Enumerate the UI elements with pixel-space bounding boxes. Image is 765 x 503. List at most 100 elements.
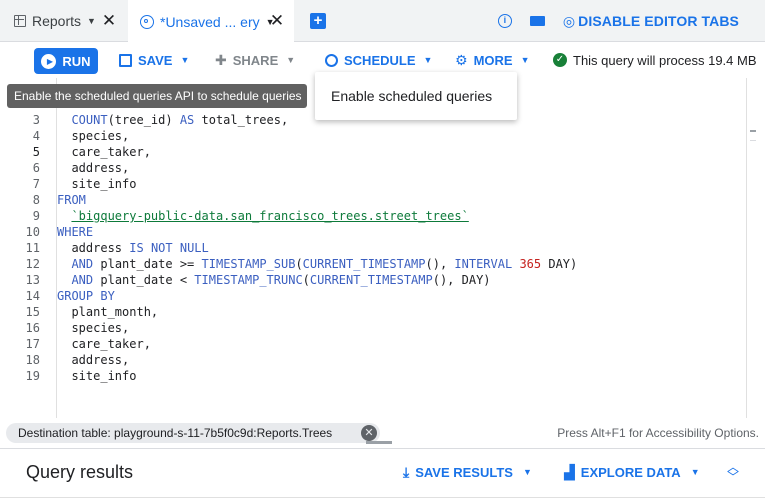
code-line[interactable]: 9 `bigquery-public-data.san_francisco_tr… [0,208,740,224]
results-divider [0,497,765,498]
code-text: WHERE [57,225,94,239]
line-number: 17 [25,337,40,351]
code-text: care_taker, [57,145,151,159]
keyboard-icon[interactable] [529,16,545,26]
tab-unsaved-label: *Unsaved ... ery [160,13,260,30]
destination-table-chip[interactable]: Destination table: playground-s-11-7b5f0… [6,423,380,443]
line-number: 3 [32,113,40,127]
tab-reports-label: Reports [32,13,82,29]
line-number: 14 [25,289,40,303]
line-number: 4 [32,129,40,143]
disable-editor-tabs-button[interactable]: ◎ DISABLE EDITOR TABS [563,13,739,30]
explore-data-label: EXPLORE DATA [580,464,681,480]
run-label: RUN [62,53,91,69]
code-text: care_taker, [57,337,151,351]
code-text: species, [57,321,130,335]
code-line[interactable]: 7 site_info [0,176,740,192]
line-number: 16 [25,321,40,335]
code-text: address, [57,161,130,175]
schedule-tooltip: Enable the scheduled queries API to sche… [7,84,307,108]
code-text: address IS NOT NULL [57,241,209,255]
code-text: COUNT(tree_id) AS total_trees, [71,113,289,127]
editor-vertical-scrollbar[interactable] [746,78,758,418]
editor-horizontal-scrollbar[interactable] [366,441,392,444]
share-caret-icon: ▼ [286,55,296,65]
header-actions: i ◎ DISABLE EDITOR TABS [497,0,739,42]
help-circle-icon[interactable]: i [497,14,512,28]
code-line[interactable]: 15 plant_month, [0,304,740,320]
tab-unsaved-query[interactable]: *Unsaved ... ery ▼ ✕ [128,0,294,43]
share-label: SHARE [232,52,279,68]
plus-square-icon[interactable]: + [310,13,326,29]
explore-data-button[interactable]: ▟ EXPLORE DATA ▼ [564,449,700,495]
destination-bar: Destination table: playground-s-11-7b5f0… [0,418,765,448]
gear-icon: ⚙ [455,51,468,68]
line-number: 8 [32,193,40,207]
floppy-icon [119,53,132,67]
more-label: MORE [473,52,513,68]
more-caret-icon: ▼ [520,55,530,65]
scrollbar-marker [750,140,756,141]
download-icon: ⤓ [403,463,410,480]
save-results-label: SAVE RESULTS [415,464,513,480]
status-text: This query will process 19.4 MB [573,52,757,68]
code-line[interactable]: 10 WHERE [0,224,740,240]
code-line[interactable]: 18 address, [0,352,740,368]
tab-reports[interactable]: Reports ▼ ✕ [0,0,126,42]
explore-data-caret-icon: ▼ [690,467,700,477]
line-number: 9 [32,209,40,223]
menu-item-enable-scheduled-queries[interactable]: Enable scheduled queries [315,72,517,120]
close-icon[interactable]: ✕ [361,425,377,441]
line-number: 15 [25,305,40,319]
code-line[interactable]: 16 species, [0,320,740,336]
code-line[interactable]: 5 care_taker, [0,144,740,160]
code-text: GROUP BY [57,289,115,303]
sql-editor[interactable]: 3 COUNT(tree_id) AS total_trees, 4 specie… [0,78,765,418]
table-icon [14,15,26,27]
play-circle-icon: ▶ [41,53,57,69]
tab-unsaved-close-icon[interactable]: ✕ [268,12,286,30]
save-label: SAVE [138,52,173,68]
query-validation-status: ✓ This query will process 19.4 MB [553,42,757,78]
destination-table-label: Destination table: playground-s-11-7b5f0… [18,426,333,440]
tab-reports-close-icon[interactable]: ✕ [100,12,118,30]
line-number: 10 [25,225,40,239]
schedule-dropdown-menu: Enable scheduled queries [315,72,517,120]
code-line[interactable]: 11 address IS NOT NULL [0,240,740,256]
query-search-icon [140,14,154,29]
tab-reports-menu-caret-icon[interactable]: ▼ [87,16,96,26]
share-button[interactable]: ✚ SHARE ▼ [215,42,295,78]
code-line[interactable]: 4 species, [0,128,740,144]
code-line[interactable]: 8 FROM [0,192,740,208]
code-text: address, [57,353,130,367]
code-text: species, [57,129,130,143]
save-results-button[interactable]: ⤓ SAVE RESULTS ▼ [403,449,532,495]
save-caret-icon: ▼ [180,55,190,65]
line-number: 7 [32,177,40,191]
run-button[interactable]: ▶ RUN [34,48,98,74]
line-number: 19 [25,369,40,383]
code-line[interactable]: 12 AND plant_date >= TIMESTAMP_SUB(CURRE… [0,256,740,272]
code-line[interactable]: 19 site_info [0,368,740,384]
code-text: AND plant_date >= TIMESTAMP_SUB(CURRENT_… [71,257,578,271]
code-line[interactable]: 13 AND plant_date < TIMESTAMP_TRUNC(CURR… [0,272,740,288]
line-number: 12 [25,257,40,271]
check-circle-icon: ✓ [553,53,567,67]
query-results-panel: Query results ⤓ SAVE RESULTS ▼ ▟ EXPLORE… [0,448,765,503]
disable-editor-tabs-label: DISABLE EDITOR TABS [578,13,739,29]
code-text: AND plant_date < TIMESTAMP_TRUNC(CURRENT… [71,273,491,287]
code-line[interactable]: 17 care_taker, [0,336,740,352]
line-number: 13 [25,273,40,287]
code-line[interactable]: 14 GROUP BY [0,288,740,304]
code-line[interactable]: 6 address, [0,160,740,176]
code-text: site_info [57,177,137,191]
code-text: FROM [57,193,86,207]
code-text: plant_month, [57,305,159,319]
code-text: `bigquery-public-data.san_francisco_tree… [71,209,469,223]
schedule-label: SCHEDULE [344,52,416,68]
unfold-icon[interactable]: ︿ ﹀ [725,461,741,483]
scrollbar-marker [750,130,756,132]
bar-chart-icon: ▟ [564,463,575,480]
eye-off-icon: ◎ [562,12,576,29]
save-button[interactable]: SAVE ▼ [119,42,189,78]
